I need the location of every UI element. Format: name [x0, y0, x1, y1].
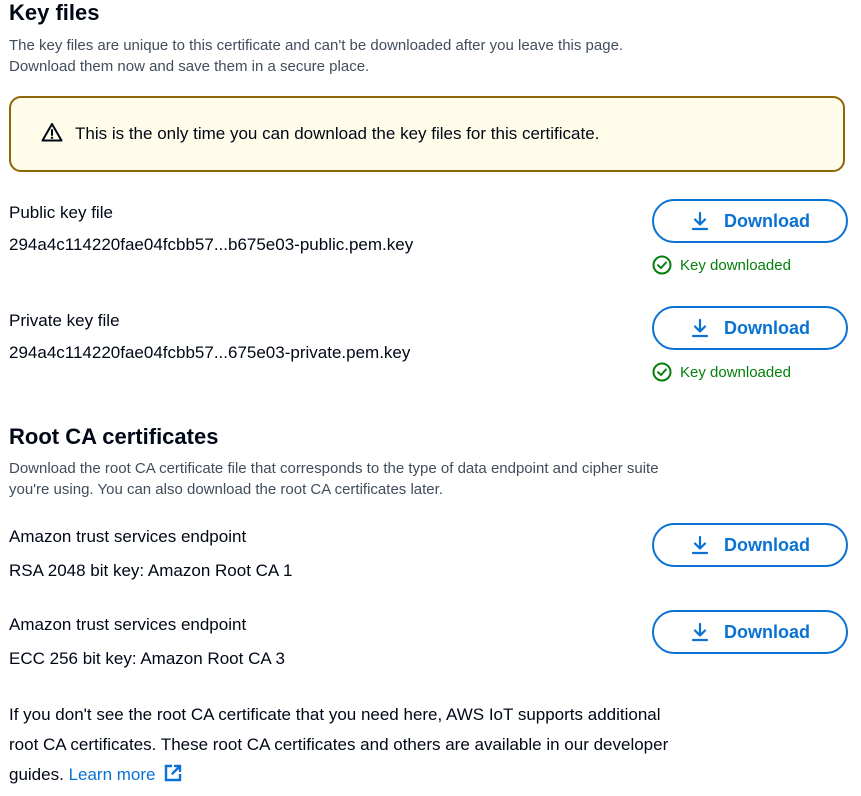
footer-note: If you don't see the root CA certificate… — [9, 705, 669, 784]
ecc-endpoint-label: Amazon trust services endpoint — [9, 615, 247, 634]
footer-text-end: guides. — [9, 765, 64, 784]
alert-text: This is the only time you can download t… — [75, 124, 600, 143]
check-circle-icon — [652, 255, 672, 275]
external-link-icon — [165, 764, 182, 782]
public-key-status: Key downloaded — [652, 255, 791, 275]
public-key-filename: 294a4c114220fae04fcbb57...b675e03-public… — [9, 235, 414, 254]
private-key-filename: 294a4c114220fae04fcbb57...675e03-private… — [9, 343, 411, 362]
download-icon — [691, 622, 709, 642]
private-key-label: Private key file — [9, 311, 120, 330]
download-label: Download — [724, 210, 810, 231]
download-icon — [691, 211, 709, 231]
private-key-status: Key downloaded — [652, 362, 791, 382]
key-files-heading: Key files — [9, 0, 100, 25]
warning-icon — [41, 122, 63, 147]
download-rsa-root-ca-button[interactable]: Download — [652, 523, 848, 567]
status-text: Key downloaded — [680, 363, 791, 381]
root-ca-heading: Root CA certificates — [9, 424, 219, 449]
download-label: Download — [724, 317, 810, 338]
key-files-description: The key files are unique to this certifi… — [9, 37, 624, 75]
public-key-label: Public key file — [9, 203, 113, 222]
learn-more-link[interactable]: Learn more — [69, 764, 185, 784]
download-label: Download — [724, 534, 810, 555]
download-icon — [691, 535, 709, 555]
status-text: Key downloaded — [680, 256, 791, 274]
root-ca-description: Download the root CA certificate file th… — [9, 460, 659, 498]
rsa-key-value: RSA 2048 bit key: Amazon Root CA 1 — [9, 561, 293, 580]
warning-alert: This is the only time you can download t… — [9, 96, 845, 172]
rsa-endpoint-label: Amazon trust services endpoint — [9, 527, 247, 546]
download-icon — [691, 318, 709, 338]
download-label: Download — [724, 621, 810, 642]
ecc-key-value: ECC 256 bit key: Amazon Root CA 3 — [9, 649, 285, 668]
download-public-key-button[interactable]: Download — [652, 199, 848, 243]
check-circle-icon — [652, 362, 672, 382]
download-ecc-root-ca-button[interactable]: Download — [652, 610, 848, 654]
download-private-key-button[interactable]: Download — [652, 306, 848, 350]
